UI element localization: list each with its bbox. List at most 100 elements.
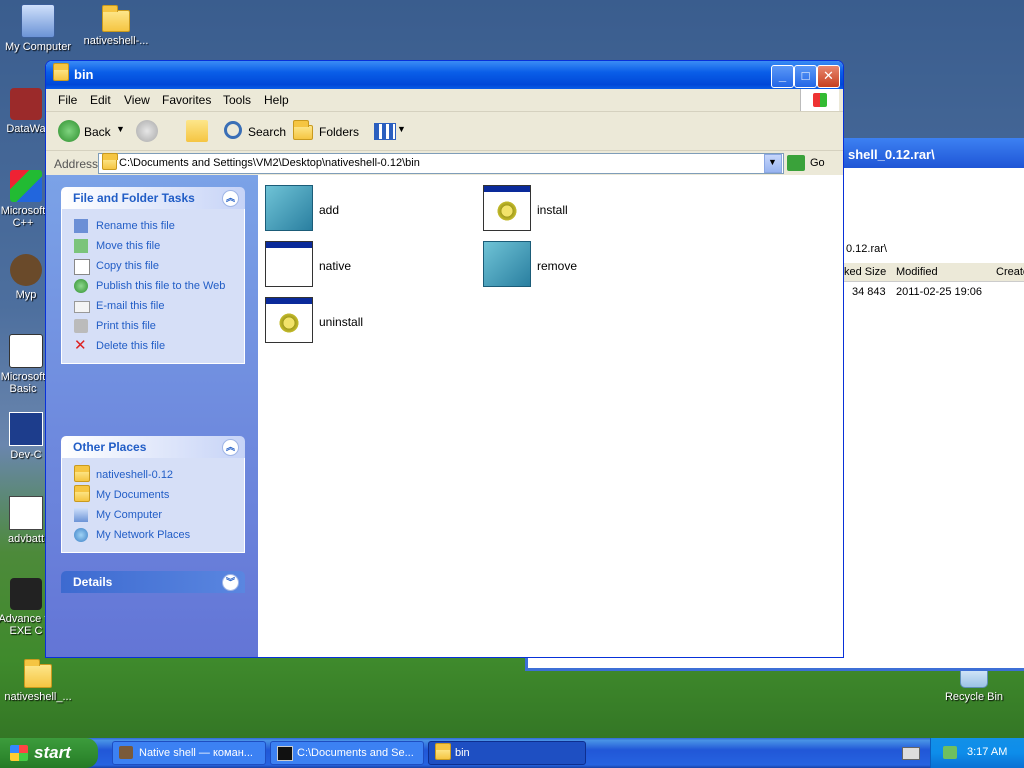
folder-icon: [74, 465, 90, 482]
menu-bar: File Edit View Favorites Tools Help: [46, 89, 843, 112]
registry-icon: [265, 185, 313, 231]
task-delete[interactable]: ✕ Delete this file: [62, 337, 244, 357]
chevron-down-icon: ▼: [768, 157, 777, 167]
window-titlebar[interactable]: bin _ □ ✕: [46, 61, 843, 89]
task-rename[interactable]: Rename this file: [62, 217, 244, 237]
application-icon: [265, 241, 313, 287]
task-label: Copy this file: [96, 260, 159, 272]
archive-icon: [24, 659, 52, 688]
file-folder-tasks-panel: File and Folder Tasks ︽ Rename this file…: [61, 187, 245, 364]
address-dropdown-button[interactable]: ▼: [764, 154, 782, 173]
collapse-chevron-icon[interactable]: ︽: [222, 190, 239, 207]
app-icon: [10, 578, 42, 610]
folders-button[interactable]: Folders: [291, 119, 359, 143]
desktop-icon-nativeshell-archive[interactable]: nativeshell_...: [0, 659, 76, 703]
archive-icon: [277, 746, 293, 761]
details-panel: Details ︾: [61, 571, 245, 593]
back-arrow-icon: [58, 120, 80, 142]
views-button[interactable]: ▼: [372, 120, 406, 142]
address-bar: Address C:\Documents and Settings\VM2\De…: [46, 151, 843, 175]
collapse-chevron-icon[interactable]: ︽: [222, 439, 239, 456]
column-modified[interactable]: Modified: [896, 266, 938, 278]
menu-view[interactable]: View: [124, 93, 150, 107]
explorer-window[interactable]: bin _ □ ✕ File Edit View Favorites Tools…: [45, 60, 844, 658]
address-label: Address: [54, 157, 99, 171]
start-button[interactable]: start: [0, 738, 98, 768]
file-name: add: [319, 203, 340, 217]
menu-favorites[interactable]: Favorites: [162, 93, 211, 107]
task-email[interactable]: E-mail this file: [62, 297, 244, 317]
taskbar-button-native-shell[interactable]: Native shell — коман...: [112, 741, 266, 765]
close-button[interactable]: ✕: [817, 65, 840, 88]
forward-button[interactable]: [136, 120, 158, 142]
file-item-add[interactable]: add: [261, 181, 461, 231]
application-gear-icon: [265, 297, 313, 343]
column-packed-size[interactable]: ked Size: [844, 266, 886, 278]
taskbar-button-label: Native shell — коман...: [139, 747, 253, 759]
maximize-button[interactable]: □: [794, 65, 817, 88]
desktop-icon-my-computer[interactable]: My Computer: [0, 4, 76, 53]
desktop-icon-label: Microsoft C++: [0, 205, 46, 229]
go-arrow-icon[interactable]: [787, 155, 805, 171]
place-nativeshell[interactable]: nativeshell-0.12: [62, 465, 244, 486]
keyboard-icon[interactable]: [902, 747, 920, 760]
task-publish[interactable]: Publish this file to the Web: [62, 277, 244, 297]
menu-file[interactable]: File: [58, 93, 77, 107]
file-item-remove[interactable]: remove: [479, 237, 679, 287]
place-network[interactable]: My Network Places: [62, 526, 244, 546]
folder-icon: [53, 63, 69, 81]
file-item-native[interactable]: native: [261, 237, 461, 287]
table-row[interactable]: 34 843 2011-02-25 19:06: [828, 284, 1024, 300]
file-item-install[interactable]: install: [479, 181, 679, 231]
place-my-documents[interactable]: My Documents: [62, 485, 244, 506]
task-label: E-mail this file: [96, 300, 165, 312]
chevron-down-icon[interactable]: ▼: [116, 124, 125, 134]
taskbar: start Native shell — коман... C:\Documen…: [0, 738, 1024, 768]
app-icon: [10, 170, 42, 202]
background-window-path: 0.12.rar\: [846, 243, 887, 255]
column-created[interactable]: Create: [996, 266, 1024, 278]
up-folder-button[interactable]: [186, 120, 208, 142]
task-pane: File and Folder Tasks ︽ Rename this file…: [46, 175, 258, 657]
back-label: Back: [84, 125, 111, 139]
task-copy[interactable]: Copy this file: [62, 257, 244, 277]
go-button[interactable]: Go: [810, 157, 825, 169]
network-tray-icon[interactable]: [943, 746, 957, 759]
email-icon: [74, 301, 90, 313]
app-icon: [10, 88, 42, 120]
minimize-button[interactable]: _: [771, 65, 794, 88]
delete-icon: ✕: [74, 337, 87, 354]
menu-tools[interactable]: Tools: [223, 93, 251, 107]
taskbar-button-7zip[interactable]: C:\Documents and Se...: [270, 741, 424, 765]
app-icon: [9, 334, 43, 368]
move-icon: [74, 239, 88, 253]
expand-chevron-icon[interactable]: ︾: [222, 574, 239, 591]
search-label: Search: [248, 125, 287, 139]
clock[interactable]: 3:17 AM: [967, 746, 1007, 758]
menu-help[interactable]: Help: [264, 93, 289, 107]
file-item-uninstall[interactable]: uninstall: [261, 293, 461, 343]
app-icon: [9, 496, 43, 530]
taskbar-button-bin[interactable]: bin: [428, 741, 586, 765]
folder-icon: [293, 120, 313, 140]
copy-icon: [74, 259, 90, 275]
panel-header[interactable]: File and Folder Tasks ︽: [61, 187, 245, 209]
app-icon: [10, 254, 42, 286]
task-print[interactable]: Print this file: [62, 317, 244, 337]
start-label: start: [34, 743, 71, 762]
globe-icon: [74, 279, 88, 293]
panel-body: nativeshell-0.12 My Documents My Compute…: [61, 458, 245, 553]
address-input[interactable]: C:\Documents and Settings\VM2\Desktop\na…: [98, 153, 784, 174]
task-move[interactable]: Move this file: [62, 237, 244, 257]
desktop-icon-nativeshell-folder[interactable]: nativeshell-...: [78, 4, 154, 47]
place-my-computer[interactable]: My Computer: [62, 506, 244, 526]
panel-header[interactable]: Details ︾: [61, 571, 245, 593]
row-size: 34 843: [852, 286, 886, 298]
desktop-icon-label: My Computer: [4, 41, 72, 53]
menu-edit[interactable]: Edit: [90, 93, 111, 107]
back-button[interactable]: Back ▼: [56, 119, 128, 143]
search-button[interactable]: Search: [222, 119, 286, 143]
panel-header[interactable]: Other Places ︽: [61, 436, 245, 458]
file-name: remove: [537, 259, 578, 273]
registry-icon: [483, 241, 531, 287]
